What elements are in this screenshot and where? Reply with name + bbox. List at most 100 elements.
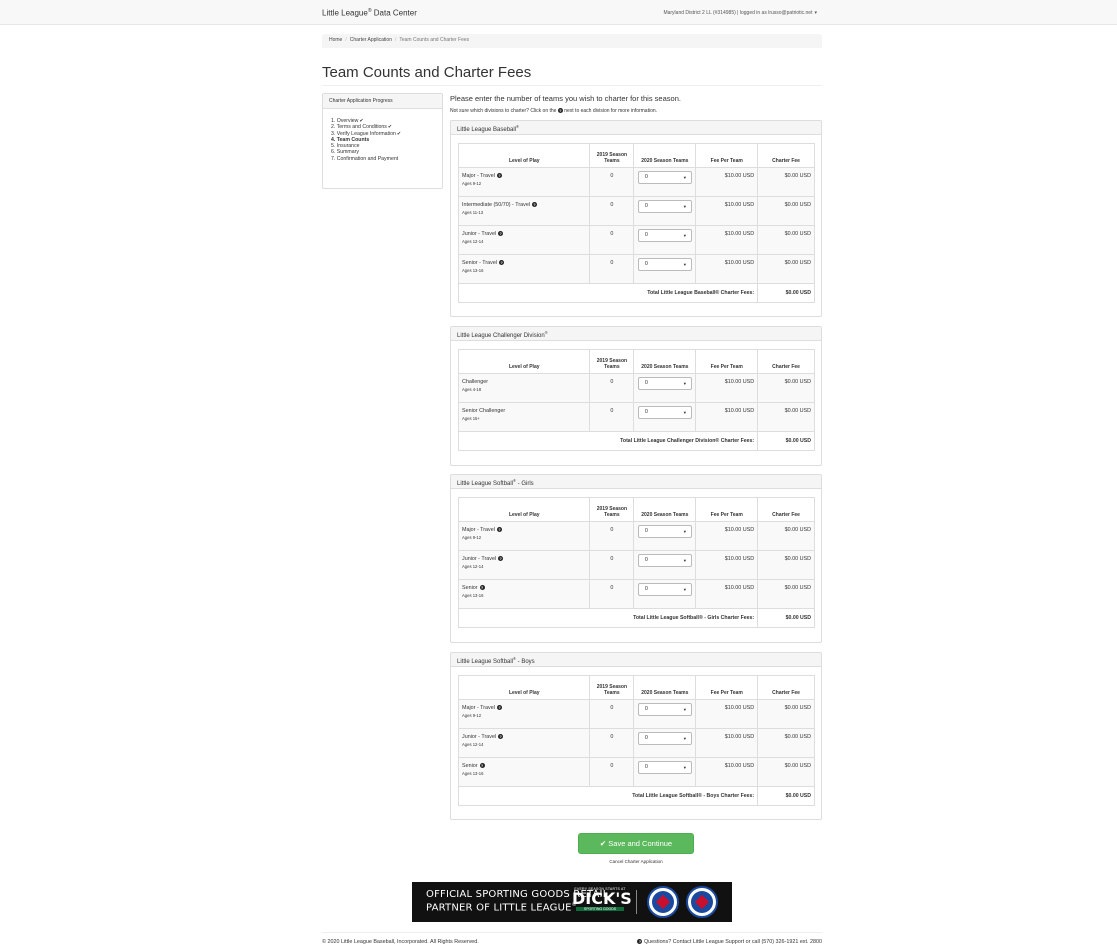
cancel-charter-link[interactable]: Cancel Charter Application — [578, 859, 694, 864]
info-icon[interactable]: ? — [496, 527, 502, 533]
sponsor-banner[interactable]: OFFICIAL SPORTING GOODS RETAIL PARTNER OF… — [412, 882, 732, 922]
ages: Ages 13-16 — [462, 771, 484, 776]
info-icon[interactable]: ? — [498, 556, 504, 562]
charter-fee: $0.00 USD — [757, 699, 815, 729]
banner-divider — [636, 890, 637, 914]
division-title: Little League Softball® - Girls — [451, 475, 821, 489]
total-value: $0.00 USD — [757, 608, 815, 628]
breadcrumb: Home / Charter Application / Team Counts and… — [322, 34, 822, 48]
charter-fee: $0.00 USD — [757, 254, 815, 284]
breadcrumb-home[interactable]: Home — [329, 37, 342, 43]
division-title: Little League Baseball® — [451, 121, 821, 135]
intro-text: Please enter the number of teams you wis… — [450, 94, 681, 103]
total-row: Total Little League Softball® - Boys Cha… — [457, 786, 815, 806]
table-row: Junior - Travel? Ages 12-14 0 0 ▼ $10.00 USD $… — [457, 550, 815, 580]
col-fee-per-team: Fee Per Team — [695, 497, 759, 522]
info-icon[interactable]: ? — [479, 585, 485, 591]
ages: Ages 9-12 — [462, 535, 482, 540]
col-charter-fee: Charter Fee — [757, 143, 815, 168]
level-name: Challenger — [462, 379, 489, 385]
level-name: Intermediate (50/70) - Travel — [462, 202, 531, 208]
level-name: Senior Challenger — [462, 408, 506, 414]
caret-down-icon: ▼ — [682, 204, 687, 209]
table-row: Senior? Ages 13-16 0 0 ▼ $10.00 USD $0.00 USD — [457, 757, 815, 787]
col-2020-teams: 2020 Season Teams — [633, 497, 697, 522]
division-title: Little League Challenger Division® — [451, 327, 821, 341]
fee-per-team: $10.00 USD — [695, 167, 759, 197]
fee-per-team: $10.00 USD — [695, 728, 759, 758]
info-icon[interactable]: ? — [498, 231, 504, 237]
breadcrumb-current: Team Counts and Charter Fees — [399, 37, 470, 43]
total-label: Total Little League Baseball® Charter Fe… — [457, 283, 759, 303]
level-name: Junior - Travel — [462, 231, 497, 237]
team-count-select[interactable]: 0 ▼ — [637, 258, 692, 271]
division-title: Little League Softball® - Boys — [451, 653, 821, 667]
col-level: Level of Play — [457, 349, 591, 374]
fee-per-team: $10.00 USD — [695, 402, 759, 432]
team-count-select[interactable]: 0 ▼ — [637, 200, 692, 213]
col-2019-teams: 2019 Season Teams — [589, 675, 635, 700]
division-panel: Little League Challenger Division® Level … — [450, 326, 822, 466]
col-2020-teams: 2020 Season Teams — [633, 349, 697, 374]
col-2019-teams: 2019 Season Teams — [589, 143, 635, 168]
team-count-select[interactable]: 0 ▼ — [637, 554, 692, 567]
check-circle-icon: ✔ — [396, 130, 402, 137]
table-row: Major - Travel? Ages 9-12 0 0 ▼ $10.00 USD $0.… — [457, 521, 815, 551]
prev-teams: 0 — [589, 254, 635, 284]
level-name: Senior — [462, 585, 478, 591]
save-and-continue-button[interactable]: ✔ Save and Continue — [578, 833, 694, 854]
fees-table: Level of Play 2019 Season Teams 2020 Seaso… — [457, 143, 815, 303]
fees-table: Level of Play 2019 Season Teams 2020 Seaso… — [457, 675, 815, 806]
caret-down-icon: ▼ — [682, 587, 687, 592]
charter-fee: $0.00 USD — [757, 225, 815, 255]
total-label: Total Little League Challenger Division®… — [457, 431, 759, 451]
prev-teams: 0 — [589, 757, 635, 787]
table-row: Junior - Travel? Ages 12-14 0 0 ▼ $10.00 USD $… — [457, 728, 815, 758]
footer-copyright: © 2020 Little League Baseball, Incorpora… — [322, 939, 479, 945]
info-icon[interactable]: ? — [496, 705, 502, 711]
team-count-select[interactable]: 0 ▼ — [637, 229, 692, 242]
prev-teams: 0 — [589, 550, 635, 580]
team-count-select[interactable]: 0 ▼ — [637, 171, 692, 184]
team-count-select[interactable]: 0 ▼ — [637, 761, 692, 774]
fee-per-team: $10.00 USD — [695, 699, 759, 729]
caret-down-icon: ▼ — [682, 707, 687, 712]
info-icon[interactable]: ? — [499, 260, 505, 266]
info-icon[interactable]: ? — [496, 173, 502, 179]
caret-down-icon: ▼ — [682, 233, 687, 238]
ages: Ages 9-12 — [462, 181, 482, 186]
breadcrumb-charter-application[interactable]: Charter Application — [350, 37, 392, 43]
team-count-select[interactable]: 0 ▼ — [637, 703, 692, 716]
charter-fee: $0.00 USD — [757, 550, 815, 580]
info-icon[interactable]: ? — [498, 734, 504, 740]
prev-teams: 0 — [589, 167, 635, 197]
team-count-select[interactable]: 0 ▼ — [637, 377, 692, 390]
table-row: Junior - Travel? Ages 12-14 0 0 ▼ $10.00 USD $… — [457, 225, 815, 255]
info-icon[interactable]: ? — [479, 763, 485, 769]
col-charter-fee: Charter Fee — [757, 349, 815, 374]
level-name: Senior - Travel — [462, 260, 498, 266]
col-fee-per-team: Fee Per Team — [695, 349, 759, 374]
col-level: Level of Play — [457, 675, 591, 700]
charter-fee: $0.00 USD — [757, 579, 815, 609]
brand-link[interactable]: Little League® Data Center — [322, 8, 417, 18]
team-count-select[interactable]: 0 ▼ — [637, 583, 692, 596]
division-panel: Little League Baseball® Level of Play 2019… — [450, 120, 822, 317]
page-title: Team Counts and Charter Fees — [322, 64, 822, 86]
info-icon[interactable]: ? — [532, 202, 538, 208]
footer-support: ? Questions? Contact Little League Suppo… — [637, 939, 822, 945]
team-count-select[interactable]: 0 ▼ — [637, 732, 692, 745]
prev-teams: 0 — [589, 402, 635, 432]
col-level: Level of Play — [457, 497, 591, 522]
level-name: Major - Travel — [462, 173, 495, 179]
team-count-select[interactable]: 0 ▼ — [637, 406, 692, 419]
team-count-select[interactable]: 0 ▼ — [637, 525, 692, 538]
charter-fee: $0.00 USD — [757, 196, 815, 226]
total-row: Total Little League Baseball® Charter Fe… — [457, 283, 815, 303]
charter-fee: $0.00 USD — [757, 402, 815, 432]
ages: Ages 4-18 — [462, 387, 482, 392]
prev-teams: 0 — [589, 196, 635, 226]
table-row: Major - Travel? Ages 9-12 0 0 ▼ $10.00 USD $0.… — [457, 167, 815, 197]
user-menu[interactable]: Maryland District 2 LL (#314985) | logge… — [663, 10, 817, 16]
footer-divider — [322, 932, 822, 933]
